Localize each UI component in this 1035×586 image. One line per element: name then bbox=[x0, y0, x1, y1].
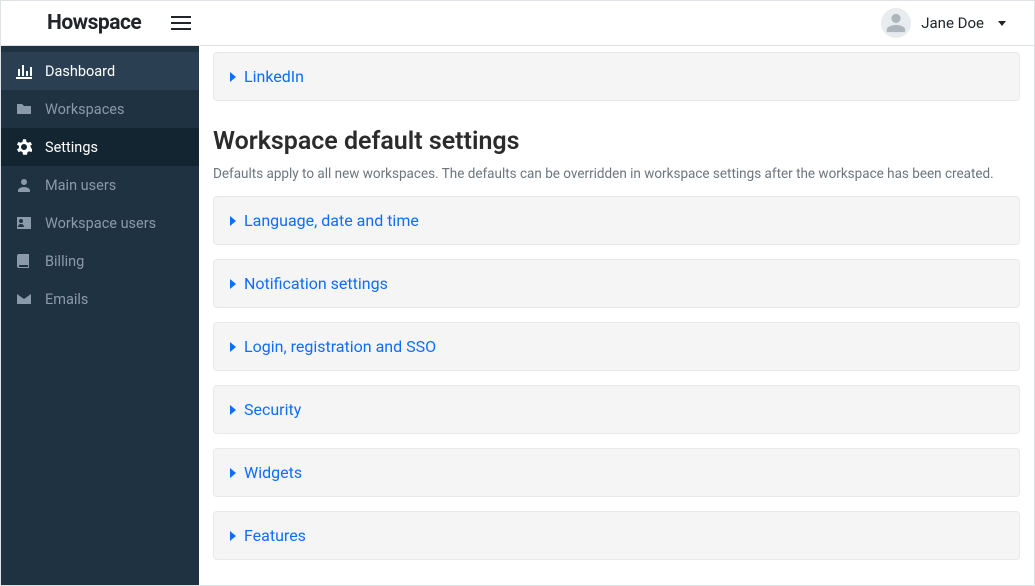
sidebar-item-label: Workspaces bbox=[45, 101, 124, 118]
sidebar-item-billing[interactable]: Billing bbox=[1, 242, 199, 280]
avatar bbox=[881, 8, 911, 38]
panel-label: Widgets bbox=[244, 463, 302, 482]
user-icon bbox=[885, 12, 907, 34]
brand-logo: Howspace bbox=[47, 11, 141, 35]
panel-label: Features bbox=[244, 526, 306, 545]
user-name: Jane Doe bbox=[921, 14, 984, 32]
panel-widgets[interactable]: Widgets bbox=[213, 448, 1020, 497]
sidebar-item-label: Main users bbox=[45, 177, 116, 194]
caret-right-icon bbox=[230, 342, 236, 352]
sidebar-item-label: Emails bbox=[45, 291, 88, 308]
sidebar-item-main-users[interactable]: Main users bbox=[1, 166, 199, 204]
sidebar-item-emails[interactable]: Emails bbox=[1, 280, 199, 318]
envelope-icon bbox=[15, 290, 33, 308]
panel-features[interactable]: Features bbox=[213, 511, 1020, 560]
caret-right-icon bbox=[230, 279, 236, 289]
main-content: LinkedIn Workspace default settings Defa… bbox=[199, 46, 1034, 585]
topbar: Howspace Jane Doe bbox=[1, 1, 1034, 46]
panel-label: Notification settings bbox=[244, 274, 388, 293]
caret-right-icon bbox=[230, 72, 236, 82]
chart-icon bbox=[15, 62, 33, 80]
chevron-down-icon bbox=[998, 21, 1006, 26]
gears-icon bbox=[15, 138, 33, 156]
caret-right-icon bbox=[230, 531, 236, 541]
book-icon bbox=[15, 252, 33, 270]
panel-label: Language, date and time bbox=[244, 211, 419, 230]
sidebar-item-label: Billing bbox=[45, 253, 84, 270]
panel-language-date-time[interactable]: Language, date and time bbox=[213, 196, 1020, 245]
panel-linkedin[interactable]: LinkedIn bbox=[213, 52, 1020, 101]
sidebar-item-workspace-users[interactable]: Workspace users bbox=[1, 204, 199, 242]
panel-notification-settings[interactable]: Notification settings bbox=[213, 259, 1020, 308]
menu-toggle-icon[interactable] bbox=[171, 13, 191, 33]
user-menu[interactable]: Jane Doe bbox=[881, 8, 1022, 38]
caret-right-icon bbox=[230, 216, 236, 226]
panel-label: Security bbox=[244, 400, 301, 419]
sidebar-item-workspaces[interactable]: Workspaces bbox=[1, 90, 199, 128]
sidebar: Dashboard Workspaces Settings Main users… bbox=[1, 46, 199, 585]
panel-login-registration-sso[interactable]: Login, registration and SSO bbox=[213, 322, 1020, 371]
sidebar-item-label: Dashboard bbox=[45, 63, 115, 80]
user-icon bbox=[15, 176, 33, 194]
panel-security[interactable]: Security bbox=[213, 385, 1020, 434]
section-subtitle: Defaults apply to all new workspaces. Th… bbox=[213, 166, 1020, 182]
caret-right-icon bbox=[230, 405, 236, 415]
sidebar-item-label: Workspace users bbox=[45, 215, 156, 232]
panel-label: LinkedIn bbox=[244, 67, 304, 86]
panel-label: Login, registration and SSO bbox=[244, 337, 436, 356]
address-card-icon bbox=[15, 214, 33, 232]
sidebar-item-label: Settings bbox=[45, 139, 98, 156]
section-title: Workspace default settings bbox=[213, 127, 1020, 156]
sidebar-item-dashboard[interactable]: Dashboard bbox=[1, 52, 199, 90]
caret-right-icon bbox=[230, 468, 236, 478]
sidebar-item-settings[interactable]: Settings bbox=[1, 128, 199, 166]
folder-icon bbox=[15, 100, 33, 118]
